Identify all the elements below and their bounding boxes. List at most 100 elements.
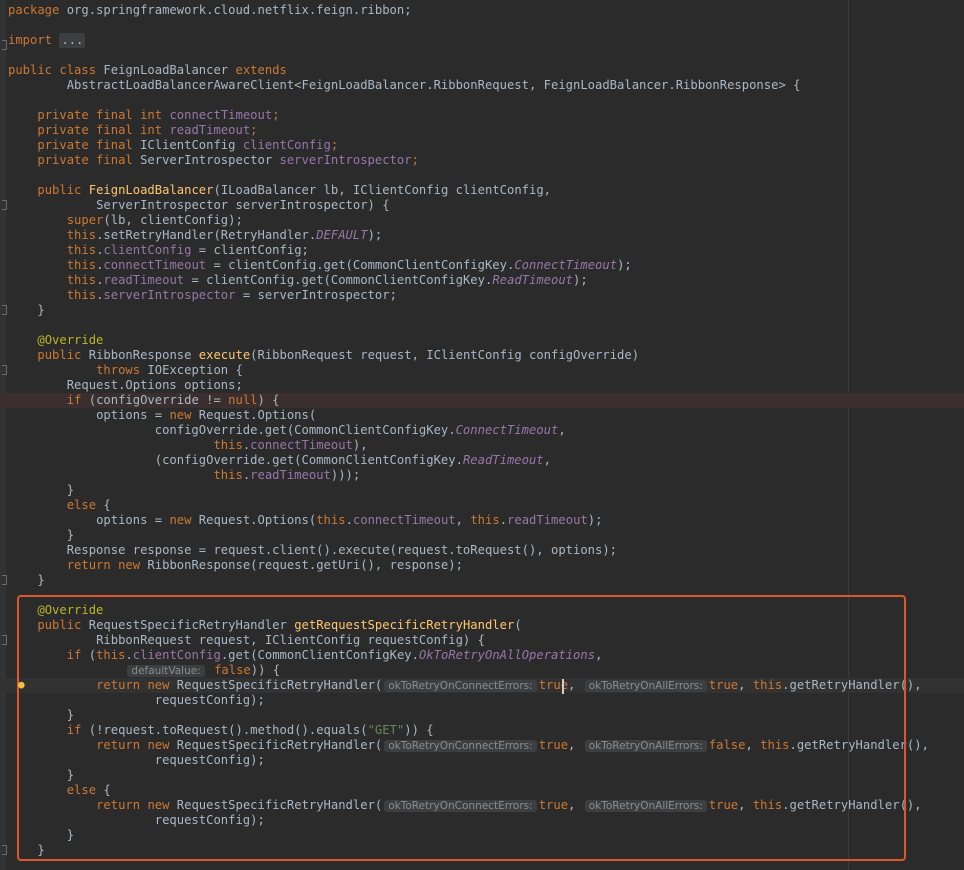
code-line: this.readTimeout)));	[213, 468, 361, 482]
method-name: FeignLoadBalancer	[88, 183, 214, 197]
keyword: this	[66, 258, 97, 272]
keyword: public	[37, 348, 82, 362]
code: options =	[96, 513, 170, 527]
keyword: if	[66, 393, 82, 407]
fold-icon[interactable]	[2, 365, 7, 375]
brace: {	[96, 498, 111, 512]
type: IClientConfig	[132, 138, 243, 152]
fold-icon[interactable]	[2, 305, 7, 315]
brace: }	[66, 483, 75, 497]
field-name: connectTimeout	[250, 438, 353, 452]
code-line: import ...	[8, 33, 86, 48]
constant: ConnectTimeout	[514, 258, 618, 272]
code-line: this.readTimeout = clientConfig.get(Comm…	[66, 273, 588, 287]
code-line: this.clientConfig = clientConfig;	[66, 243, 309, 257]
keyword: this	[316, 513, 346, 527]
keyword: this	[66, 273, 97, 287]
field-name: readTimeout	[507, 513, 588, 527]
package-name: org.springframework.cloud.netflix.feign.…	[59, 3, 412, 17]
code: = clientConfig;	[191, 243, 309, 257]
keyword: this	[213, 468, 243, 482]
code: = clientConfig.get(CommonClientConfigKey…	[184, 273, 493, 287]
class-name: FeignLoadBalancer	[96, 63, 236, 77]
code: Response response = request.client().exe…	[66, 543, 618, 557]
code-line: package org.springframework.cloud.netfli…	[8, 3, 412, 18]
args: (lb, clientConfig);	[103, 213, 243, 227]
punct: ,	[455, 513, 471, 527]
code-line: }	[8, 528, 74, 543]
code-line: AbstractLoadBalancerAwareClient<FeignLoa…	[8, 78, 801, 93]
keyword: public	[37, 183, 82, 197]
fold-icon[interactable]	[2, 845, 7, 855]
punct: ,	[558, 423, 566, 437]
fold-icon[interactable]	[2, 635, 7, 645]
code: );	[617, 258, 632, 272]
keyword: else	[66, 498, 97, 512]
text-cursor	[562, 679, 564, 694]
highlight-box	[17, 595, 906, 861]
field-name: readTimeout	[103, 273, 185, 287]
field-name: connectTimeout	[103, 258, 207, 272]
constant: ReadTimeout	[492, 273, 574, 287]
code: options =	[96, 408, 170, 422]
code-line: private final int readTimeout;	[8, 123, 257, 138]
code: ) {	[257, 393, 280, 407]
code: = clientConfig.get(CommonClientConfigKey…	[206, 258, 515, 272]
folded-imports[interactable]: ...	[59, 33, 86, 48]
code-line: public class FeignLoadBalancer extends	[8, 63, 287, 78]
code-line: private final ServerIntrospector serverI…	[8, 153, 419, 168]
constant: ConnectTimeout	[455, 423, 559, 437]
punct: ;	[330, 138, 339, 152]
keyword: this	[470, 513, 500, 527]
keyword: import	[8, 33, 53, 47]
code-line: options = new Request.Options(	[8, 408, 316, 423]
fold-icon[interactable]	[2, 575, 7, 585]
brace: }	[37, 573, 45, 587]
constant: ReadTimeout	[462, 453, 544, 467]
editor-gutter[interactable]	[0, 0, 6, 870]
code: .setRetryHandler(RetryHandler.	[96, 228, 317, 242]
code-line: }	[8, 573, 45, 588]
keyword: extends	[235, 63, 287, 77]
keyword: this	[66, 228, 97, 242]
keyword: this	[66, 243, 97, 257]
punct: )));	[330, 468, 361, 482]
field-name: clientConfig	[103, 243, 192, 257]
code: = serverIntrospector;	[235, 288, 397, 302]
punct: );	[587, 513, 603, 527]
field-name: connectTimeout	[352, 513, 456, 527]
type: ServerIntrospector	[132, 153, 280, 167]
code-line: }	[8, 483, 74, 498]
type: RibbonResponse	[81, 348, 199, 362]
punct: ;	[272, 108, 280, 122]
method-name: execute	[198, 348, 251, 362]
code: Request.Options(	[191, 513, 317, 527]
code-line: return new RibbonResponse(request.getUri…	[8, 558, 463, 573]
code-line: super(lb, clientConfig);	[8, 213, 243, 228]
keyword: private final	[37, 138, 133, 152]
field-name: serverIntrospector	[103, 288, 236, 302]
code-editor[interactable]: package org.springframework.cloud.netfli…	[0, 0, 964, 870]
constant: DEFAULT	[316, 228, 368, 242]
code-line: if (configOverride != null) {	[0, 393, 964, 408]
code-line: private final IClientConfig clientConfig…	[8, 138, 338, 153]
code: );	[573, 273, 588, 287]
superclass: AbstractLoadBalancerAwareClient<FeignLoa…	[66, 78, 801, 92]
keyword: new	[169, 513, 192, 527]
lightbulb-icon[interactable]: ●	[18, 679, 28, 690]
code-line: throws IOException {	[8, 363, 243, 378]
params: (RibbonRequest request, IClientConfig co…	[250, 348, 640, 362]
annotation: @Override	[37, 333, 104, 347]
keyword: new	[118, 558, 141, 572]
keyword: null	[228, 393, 258, 407]
code-line: this.connectTimeout = clientConfig.get(C…	[66, 258, 632, 272]
brace: }	[37, 303, 45, 317]
code-line: configOverride.get(CommonClientConfigKey…	[8, 423, 566, 438]
code-line: else {	[8, 498, 111, 513]
punct: ,	[543, 453, 551, 467]
field-name: clientConfig	[242, 138, 331, 152]
fold-icon[interactable]	[2, 40, 7, 50]
fold-icon[interactable]	[2, 200, 7, 210]
params: (ILoadBalancer lb, IClientConfig clientC…	[213, 183, 552, 197]
keyword: this	[213, 438, 243, 452]
